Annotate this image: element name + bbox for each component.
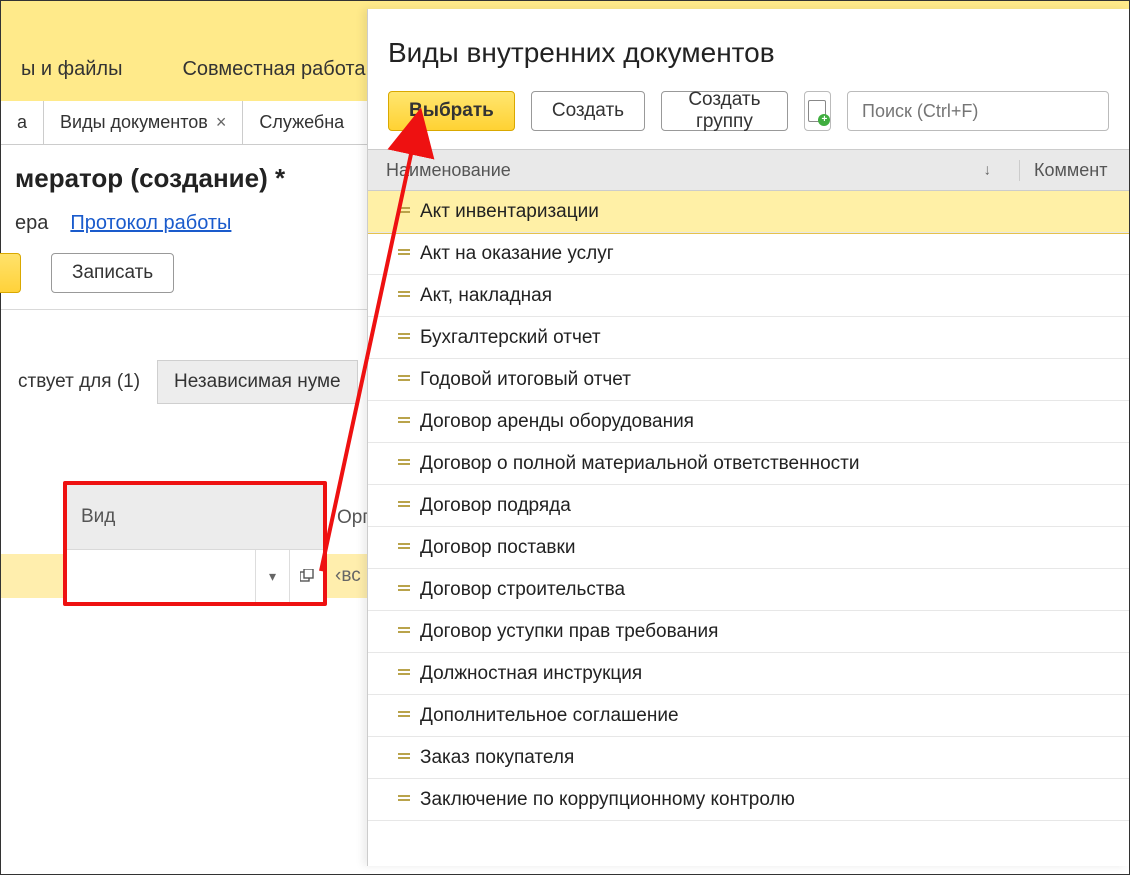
close-icon[interactable]: × xyxy=(216,112,227,133)
list-item-label: Договор строительства xyxy=(420,579,625,601)
grid-header: Наименование ↓ Коммент xyxy=(368,149,1129,191)
column-header-name[interactable]: Наименование ↓ xyxy=(386,160,1019,181)
tab-doc-types-label: Виды документов xyxy=(60,112,208,133)
list-item-label: Заключение по коррупционному контролю xyxy=(420,789,795,811)
list-item-label: Договор аренды оборудования xyxy=(420,411,694,433)
create-group-button[interactable]: Создать группу xyxy=(661,91,788,131)
select-button[interactable]: Выбрать xyxy=(388,91,515,131)
open-dialog-icon[interactable] xyxy=(289,550,323,602)
list-item-label: Годовой итоговый отчет xyxy=(420,369,631,391)
list-item-label: Акт на оказание услуг xyxy=(420,243,614,265)
column-header-comment[interactable]: Коммент xyxy=(1019,160,1129,181)
list-item[interactable]: Договор поставки xyxy=(368,527,1129,569)
sort-asc-icon: ↓ xyxy=(984,162,992,179)
search-input[interactable] xyxy=(847,91,1109,131)
list-item-label: Заказ покупателя xyxy=(420,747,574,769)
list-item[interactable]: Договор аренды оборудования xyxy=(368,401,1129,443)
subtab-independent-numbering[interactable]: Независимая нуме xyxy=(157,360,358,404)
list-item-label: Договор уступки прав требования xyxy=(420,621,718,643)
ribbon-item-files[interactable]: ы и файлы xyxy=(21,58,122,81)
create-button[interactable]: Создать xyxy=(531,91,645,131)
tab-doc-types[interactable]: Виды документов × xyxy=(44,101,243,144)
list-item-label: Акт инвентаризации xyxy=(420,201,599,223)
primary-action-button[interactable] xyxy=(0,253,21,293)
divider xyxy=(1,309,369,310)
list-item[interactable]: Акт на оказание услуг xyxy=(368,233,1129,275)
list-item-label: Должностная инструкция xyxy=(420,663,642,685)
grid-body: Акт инвентаризации Акт на оказание услуг… xyxy=(368,191,1129,866)
link-protocol[interactable]: Протокол работы xyxy=(70,212,231,235)
list-item[interactable]: Акт, накладная xyxy=(368,275,1129,317)
list-item[interactable]: Дополнительное соглашение xyxy=(368,695,1129,737)
list-item-label: Акт, накладная xyxy=(420,285,552,307)
list-item-label: Договор поставки xyxy=(420,537,575,559)
list-item[interactable]: Годовой итоговый отчет xyxy=(368,359,1129,401)
doc-types-dialog: Виды внутренних документов Выбрать Созда… xyxy=(367,9,1129,866)
list-item[interactable]: Договор о полной материальной ответствен… xyxy=(368,443,1129,485)
dropdown-icon[interactable]: ▾ xyxy=(255,550,289,602)
write-button[interactable]: Записать xyxy=(51,253,174,293)
link-era[interactable]: ера xyxy=(15,212,48,235)
list-item-label: Дополнительное соглашение xyxy=(420,705,679,727)
file-plus-icon: + xyxy=(808,100,826,122)
list-item[interactable]: Договор строительства xyxy=(368,569,1129,611)
type-field-group: Вид ▾ xyxy=(63,481,327,606)
list-item[interactable]: Заключение по коррупционному контролю xyxy=(368,779,1129,821)
tab-first-label: а xyxy=(17,112,27,133)
list-item[interactable]: Договор уступки прав требования xyxy=(368,611,1129,653)
dialog-title: Виды внутренних документов xyxy=(368,9,1129,91)
list-item-label: Договор подряда xyxy=(420,495,571,517)
dialog-toolbar: Выбрать Создать Создать группу + xyxy=(368,91,1129,149)
new-file-button[interactable]: + xyxy=(804,91,831,131)
list-item[interactable]: Заказ покупателя xyxy=(368,737,1129,779)
list-item[interactable]: Акт инвентаризации xyxy=(368,191,1129,233)
ribbon-item-collab[interactable]: Совместная работа xyxy=(182,58,365,81)
list-item-label: Бухгалтерский отчет xyxy=(420,327,601,349)
column-header-name-label: Наименование xyxy=(386,160,511,180)
tab-service-label: Служебна xyxy=(259,112,344,133)
tab-first[interactable]: а xyxy=(1,101,44,144)
org-value: ‹вс xyxy=(327,550,369,602)
subtab-active-for[interactable]: ствует для (1) xyxy=(1,360,157,404)
list-item-label: Договор о полной материальной ответствен… xyxy=(420,453,859,475)
type-input[interactable] xyxy=(67,550,255,602)
tab-service[interactable]: Служебна xyxy=(243,101,360,144)
list-item[interactable]: Должностная инструкция xyxy=(368,653,1129,695)
list-item[interactable]: Бухгалтерский отчет xyxy=(368,317,1129,359)
list-item[interactable]: Договор подряда xyxy=(368,485,1129,527)
column-header-type: Вид xyxy=(67,485,323,550)
